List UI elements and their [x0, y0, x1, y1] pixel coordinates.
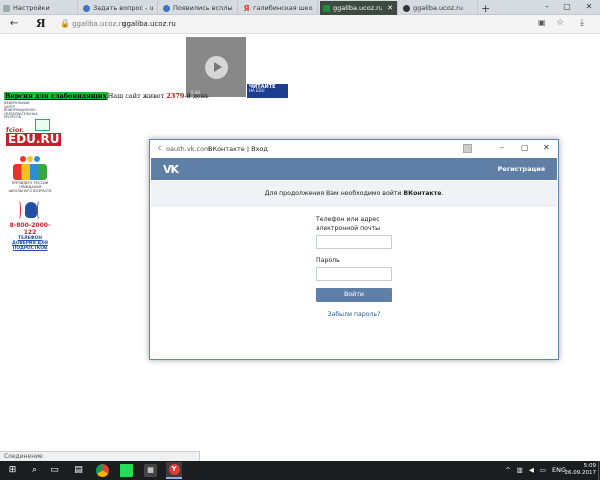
vk-logo-icon[interactable]: VK [163, 163, 179, 176]
popup-page-title: ВКонтакте | Вход [208, 145, 268, 153]
password-label: Пароль [316, 257, 340, 264]
windows-start-icon[interactable]: ⊞ [6, 464, 19, 477]
close-icon[interactable]: ✕ [385, 4, 393, 12]
login-notice: Для продолжения Вам необходимо войти ВКо… [151, 181, 557, 206]
new-tab-button[interactable]: + [481, 2, 490, 15]
site-age-prefix: Наш сайт живет [107, 92, 167, 100]
github-icon [403, 4, 410, 12]
yandex-browser-icon[interactable]: Y [166, 462, 182, 479]
address-bar: ← Я 🔒 ggaliba.ucoz.ru ggaliba.ucoz.ru ▣ … [0, 15, 600, 34]
search-icon[interactable]: ⌕ [28, 464, 41, 477]
helpline-banner[interactable]: 8-800-2000-122 ТЕЛЕФОН ДОВЕРИЯ ДЛЯ ПОДРО… [6, 198, 54, 251]
forgot-password-link[interactable]: Забыли пароль? [316, 311, 392, 318]
taskbar: ⊞ ⌕ ▭ ▤ ▦ Y ^ ▥ ◀ ▭ ENG 5:09 26.09.2017 [0, 461, 600, 480]
ad-text: НА EDU [249, 88, 265, 93]
browser-status-bar: Соединение [0, 451, 200, 461]
close-icon[interactable]: ✕ [582, 1, 596, 13]
gear-icon [3, 4, 10, 12]
login-form: Телефон или адрес электронной почты Паро… [316, 215, 396, 318]
popup-extension-icon[interactable] [463, 144, 472, 153]
play-icon[interactable] [205, 56, 228, 79]
network-icon[interactable]: ▥ [517, 466, 523, 474]
vk-login-popup: c oauth.vk.com ВКонтакте | Вход – ▢ ✕ VK… [149, 139, 559, 360]
back-arrow-icon[interactable]: ← [10, 18, 18, 29]
tab-settings[interactable]: Настройки [0, 1, 78, 15]
fcior-banner[interactable]: ФЕДЕРАЛЬНЫЙ ЦЕНТР ИНФОРМАЦИОННО-ОБРАЗОВА… [4, 101, 62, 148]
fcior-caption: ФЕДЕРАЛЬНЫЙ ЦЕНТР ИНФОРМАЦИОННО-ОБРАЗОВА… [4, 101, 38, 120]
phone-email-input[interactable] [316, 235, 392, 249]
tab-label: Задать вопрос - uBoz [93, 4, 153, 12]
address-url[interactable]: ggaliba.ucoz.ru [122, 20, 176, 28]
tab-active-site[interactable]: ggaliba.ucoz.ru ✕ [320, 1, 398, 15]
tab-site-2[interactable]: ggaliba.ucoz.ru [400, 1, 478, 15]
book-icon [35, 119, 50, 131]
hand-icon [17, 198, 43, 222]
minimize-icon[interactable]: – [540, 1, 554, 13]
volume-icon[interactable]: ◀ [529, 466, 534, 474]
chrome-icon[interactable] [96, 464, 109, 477]
file-explorer-icon[interactable]: ▤ [72, 464, 85, 477]
site-info-line: Версия для слабовидящихНаш сайт живет 23… [4, 92, 209, 100]
popup-titlebar: c oauth.vk.com ВКонтакте | Вход – ▢ ✕ [150, 140, 558, 157]
helpline-number: 8-800-2000-122 [9, 222, 51, 236]
clock-time: 5:09 [583, 463, 596, 469]
ucoz-icon [163, 4, 170, 12]
tab-ask-question[interactable]: Задать вопрос - uBoz [80, 1, 158, 15]
system-tray: ^ ▥ ◀ ▭ ENG [505, 466, 566, 474]
reload-icon[interactable]: c [158, 144, 162, 152]
site-age-suffix: -й день [184, 92, 209, 100]
president-children-banner[interactable]: ПРЕЗИДЕНТ РОССИИ ГРАЖДАНАМ ШКОЛЬНОГО ВОЗ… [8, 155, 52, 197]
site-icon [323, 4, 330, 12]
vk-header: VK Регистрация [151, 158, 557, 180]
clock-date: 26.09.2017 [564, 470, 597, 476]
tab-label: галибинская школа [253, 4, 313, 12]
lock-icon: 🔒 [60, 19, 70, 28]
keyboard-icon[interactable]: ▭ [540, 466, 546, 474]
fcior-edu-logo: EDU.RU [6, 132, 62, 146]
download-icon[interactable]: ⤓ [580, 18, 584, 28]
notice-brand: ВКонтакте [403, 190, 442, 197]
tab-school-search[interactable]: Я галибинская школа [240, 1, 318, 15]
close-icon[interactable]: ✕ [543, 143, 550, 152]
ad-banner[interactable]: ЧИТАЙТЕ НА EDU [247, 84, 288, 98]
password-input[interactable] [316, 267, 392, 281]
maximize-icon[interactable]: ▢ [521, 143, 529, 152]
clock[interactable]: 5:09 26.09.2017 [565, 463, 597, 477]
yandex-logo-icon[interactable]: Я [36, 17, 46, 30]
extension-icon[interactable]: ▣ [538, 18, 546, 27]
bookmark-star-icon[interactable]: ☆ [556, 18, 564, 28]
register-link[interactable]: Регистрация [498, 165, 545, 173]
phone-label: Телефон или адрес электронной почты [316, 216, 381, 232]
ucoz-icon [83, 4, 90, 12]
tab-popups[interactable]: Появились всплываю [160, 1, 238, 15]
notice-text: Для продолжения Вам необходимо войти [264, 190, 404, 197]
task-view-icon[interactable]: ▭ [48, 464, 61, 477]
address-domain[interactable]: ggaliba.ucoz.ru [72, 20, 126, 28]
tab-label: ggaliba.ucoz.ru [333, 4, 383, 12]
children-caption: ПРЕЗИДЕНТ РОССИИ ГРАЖДАНАМ ШКОЛЬНОГО ВОЗ… [8, 181, 52, 193]
browser-tab-strip: Настройки Задать вопрос - uBoz Появились… [0, 0, 600, 15]
yandex-icon: Я [243, 3, 250, 13]
chevron-up-icon[interactable]: ^ [505, 466, 510, 474]
popup-domain: oauth.vk.com [166, 145, 211, 153]
video-player[interactable]: 0:00 [186, 37, 246, 97]
minimize-icon[interactable]: – [500, 143, 504, 152]
login-button[interactable]: Войти [316, 288, 392, 302]
calculator-icon[interactable]: ▦ [144, 464, 157, 477]
tab-label: Настройки [13, 4, 50, 12]
children-mark-icon [13, 164, 47, 180]
helpline-caption: ТЕЛЕФОН ДОВЕРИЯ ДЛЯ ПОДРОСТКОВ [12, 236, 48, 251]
notice-suffix: . [441, 190, 444, 197]
tab-label: Появились всплываю [173, 4, 233, 12]
vision-impaired-link[interactable]: Версия для слабовидящих [4, 92, 108, 100]
children-logo-icon [8, 156, 52, 162]
tab-label: ggaliba.ucoz.ru [413, 4, 463, 12]
maximize-icon[interactable]: ▢ [560, 1, 574, 13]
site-age-days: 2379 [166, 92, 185, 100]
app-icon[interactable] [120, 464, 133, 477]
